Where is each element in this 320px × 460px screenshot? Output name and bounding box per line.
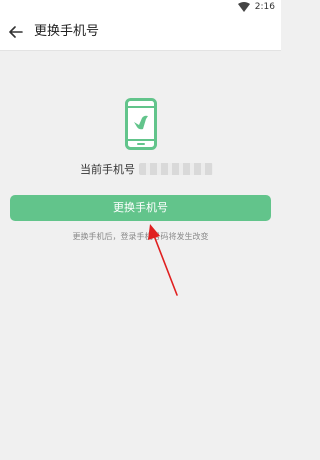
hint-text: 更换手机后，登录手机号码将发生改变	[72, 232, 209, 241]
change-phone-button[interactable]: 更换手机号	[10, 195, 271, 221]
arrow-left-icon	[9, 26, 23, 38]
status-bar: 2:16	[0, 0, 281, 14]
status-right: 2:16	[237, 1, 275, 13]
annotation-arrow	[148, 224, 178, 296]
header-divider	[0, 50, 281, 51]
app-bar: 更换手机号	[0, 14, 281, 50]
phone-icon	[125, 98, 157, 150]
masked-phone-number	[139, 163, 213, 175]
page-title: 更换手机号	[34, 24, 100, 39]
status-time: 2:16	[254, 2, 275, 12]
wifi-icon	[237, 2, 250, 12]
current-phone-row: 当前手机号	[80, 160, 213, 178]
current-phone-label: 当前手机号	[80, 163, 135, 176]
back-button[interactable]	[6, 22, 26, 42]
